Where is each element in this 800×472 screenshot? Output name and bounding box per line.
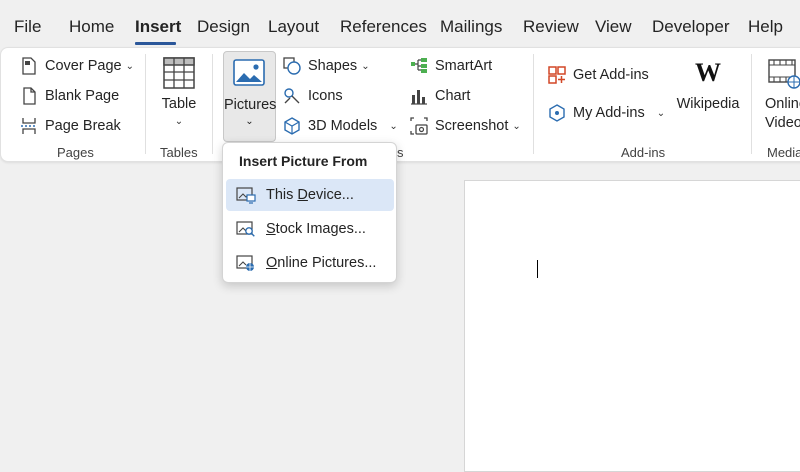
chevron-down-icon: ⌄ (174, 116, 184, 127)
shapes-button[interactable]: Shapes ⌄ (282, 56, 370, 76)
pictures-label: Pictures (224, 97, 277, 113)
menu-item-online-pictures[interactable]: Online Pictures... (226, 247, 394, 279)
my-addins-button[interactable]: My Add-ins ⌄ (547, 103, 665, 123)
tab-layout[interactable]: Layout (268, 17, 319, 37)
smartart-icon (409, 56, 429, 76)
table-icon (162, 56, 196, 94)
menu-item-label: Stock Images... (266, 221, 366, 237)
chart-button[interactable]: Chart (409, 86, 470, 106)
page-break-label: Page Break (45, 118, 121, 134)
get-addins-button[interactable]: Get Add-ins (547, 65, 649, 85)
table-button[interactable]: Table ⌄ (156, 54, 202, 139)
menu-item-this-device[interactable]: This Device... (226, 179, 394, 211)
page-break-button[interactable]: Page Break (19, 116, 121, 136)
3d-models-label: 3D Models (308, 118, 378, 134)
cover-page-button[interactable]: Cover Page ⌄ (19, 56, 134, 76)
chevron-down-icon: ⌄ (125, 60, 134, 72)
tab-references[interactable]: References (340, 17, 427, 37)
wikipedia-icon: W (695, 58, 721, 87)
device-picture-icon (236, 185, 256, 205)
tab-view[interactable]: View (595, 17, 632, 37)
active-tab-indicator (135, 42, 176, 45)
ribbon-tabs: File Home Insert Design Layout Reference… (0, 0, 800, 48)
icons-button[interactable]: Icons (282, 86, 343, 106)
blank-page-label: Blank Page (45, 88, 120, 104)
wikipedia-button[interactable]: W Wikipedia (673, 58, 743, 118)
icons-icon (282, 86, 302, 106)
blank-page-button[interactable]: Blank Page (19, 86, 119, 106)
puzzle-icon (547, 103, 567, 123)
document-page[interactable] (464, 180, 800, 472)
tab-file[interactable]: File (14, 17, 41, 37)
group-separator (751, 54, 752, 154)
my-addins-label: My Add-ins (573, 105, 645, 121)
group-separator (212, 54, 213, 154)
smartart-button[interactable]: SmartArt (409, 56, 492, 76)
online-video-label-1: Online (765, 96, 800, 112)
store-icon (547, 65, 567, 85)
chart-icon (409, 86, 429, 106)
tab-design[interactable]: Design (197, 17, 250, 37)
menu-item-label: This Device... (266, 187, 354, 203)
cube-icon (282, 116, 302, 136)
tab-home[interactable]: Home (69, 17, 114, 37)
chevron-down-icon: ⌄ (245, 116, 254, 127)
chevron-down-icon: ⌄ (389, 120, 398, 132)
3d-models-button[interactable]: 3D Models ⌄ (282, 116, 398, 136)
blank-page-icon (19, 86, 39, 106)
screenshot-icon (409, 116, 429, 136)
menu-header: Insert Picture From (239, 153, 368, 169)
chevron-down-icon: ⌄ (656, 107, 666, 119)
icons-label: Icons (308, 88, 343, 104)
online-video-icon (767, 58, 800, 94)
menu-item-stock-images[interactable]: Stock Images... (226, 213, 394, 245)
cover-page-icon (19, 56, 39, 76)
tab-help[interactable]: Help (748, 17, 783, 37)
page-break-icon (19, 116, 39, 136)
group-label-pages: Pages (57, 145, 94, 160)
tab-developer[interactable]: Developer (652, 17, 730, 37)
tab-insert[interactable]: Insert (135, 17, 181, 37)
group-separator (145, 54, 146, 154)
tab-review[interactable]: Review (523, 17, 579, 37)
group-label-illustrations: s (397, 145, 404, 160)
table-label: Table (161, 96, 197, 112)
online-pictures-icon (236, 253, 256, 273)
pictures-icon (232, 58, 266, 93)
menu-item-label: Online Pictures... (266, 255, 377, 271)
pictures-button[interactable]: Pictures ⌄ (223, 51, 276, 142)
group-label-addins: Add-ins (621, 145, 666, 160)
wikipedia-label: Wikipedia (676, 96, 740, 112)
tab-mailings[interactable]: Mailings (440, 17, 502, 37)
get-addins-label: Get Add-ins (573, 67, 649, 83)
chevron-down-icon: ⌄ (512, 120, 521, 132)
group-label-tables: Tables (160, 145, 198, 160)
smartart-label: SmartArt (435, 58, 493, 74)
group-separator (533, 54, 534, 154)
chart-label: Chart (435, 88, 471, 104)
chevron-down-icon: ⌄ (361, 60, 370, 72)
online-video-button[interactable]: Online Video (761, 58, 800, 138)
group-label-media: Media (767, 145, 800, 160)
ribbon: Cover Page ⌄ Blank Page Page Break Pages… (0, 47, 800, 162)
shapes-label: Shapes (308, 58, 358, 74)
insert-picture-menu: Insert Picture From This Device... Stock… (222, 142, 397, 283)
cover-page-label: Cover Page (45, 58, 122, 74)
shapes-icon (282, 56, 302, 76)
online-video-label-2: Video (765, 115, 800, 131)
screenshot-label: Screenshot (435, 118, 509, 134)
screenshot-button[interactable]: Screenshot ⌄ (409, 116, 521, 136)
text-cursor (537, 260, 538, 278)
stock-images-icon (236, 219, 256, 239)
